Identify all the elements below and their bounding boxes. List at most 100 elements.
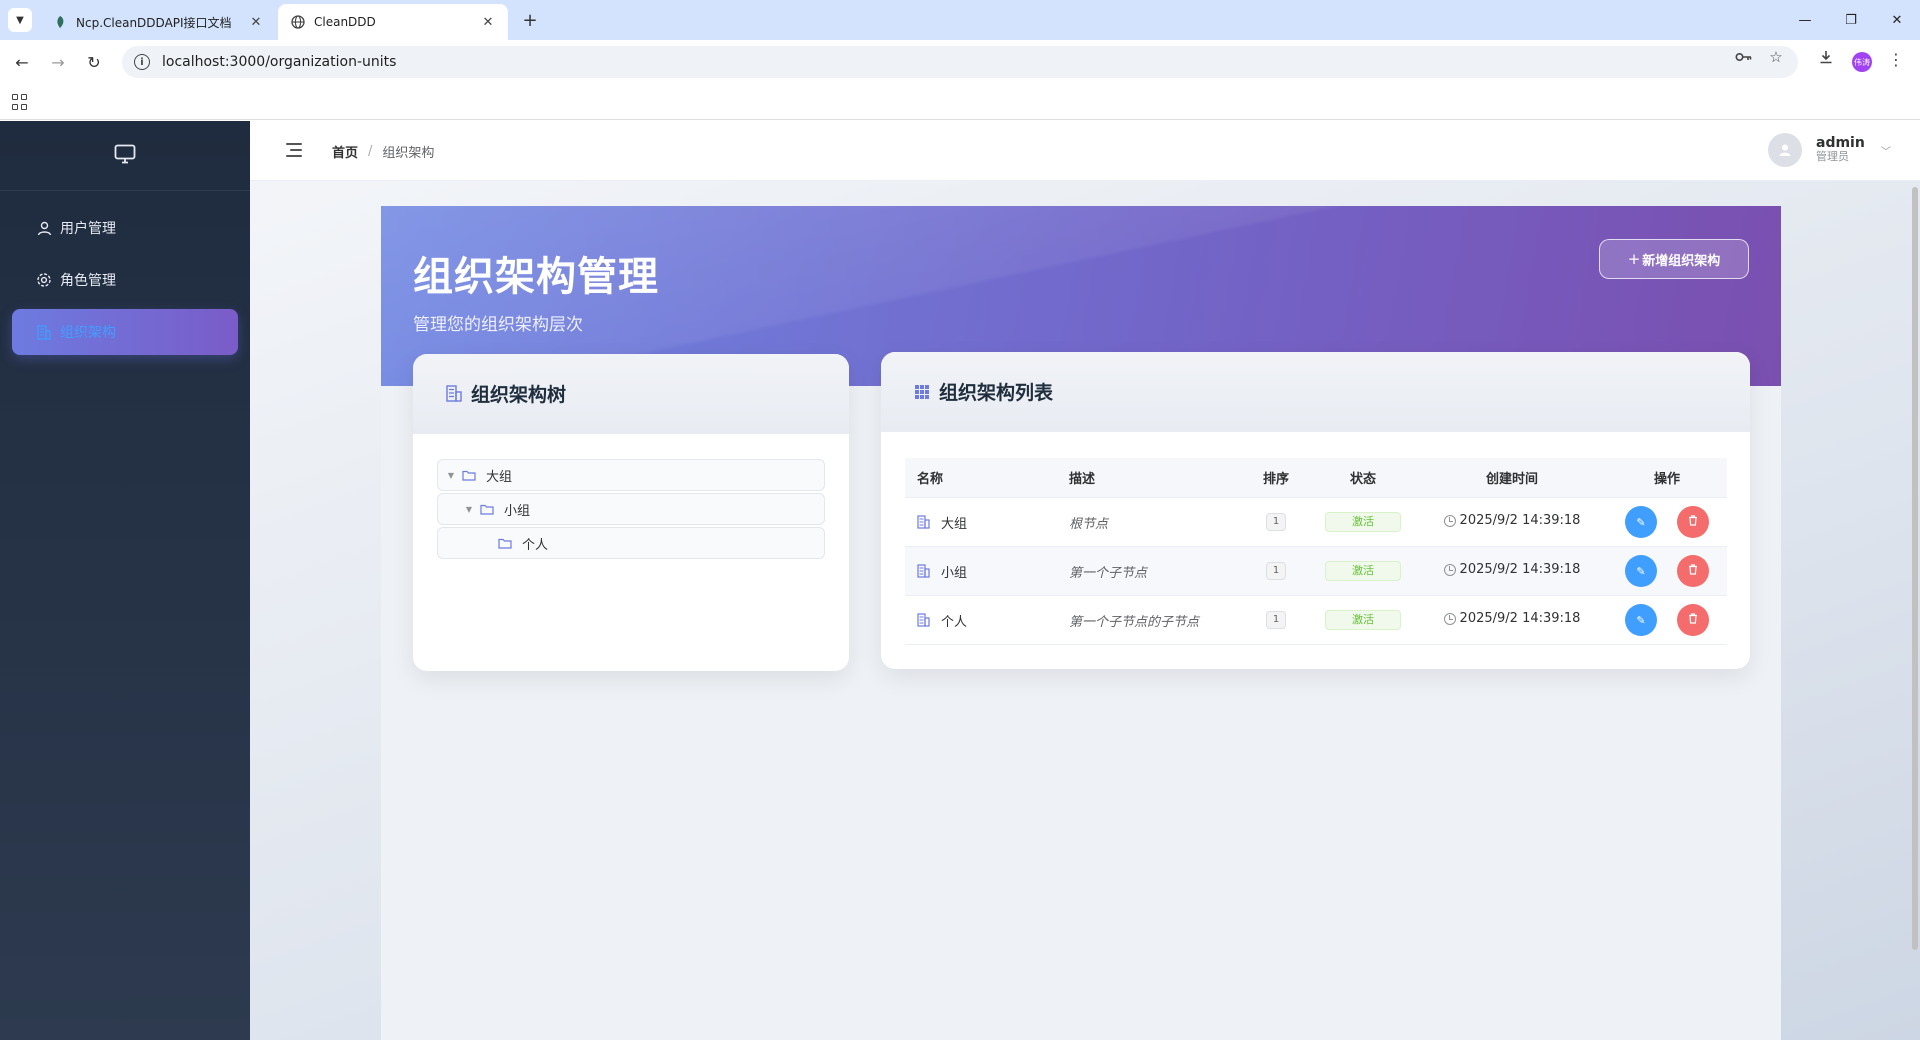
page-subtitle: 管理您的组织架构层次	[413, 315, 583, 335]
sidebar-item-users[interactable]: 用户管理	[12, 205, 238, 251]
restore-button[interactable]: ❐	[1828, 0, 1874, 40]
row-name: 小组	[941, 565, 968, 581]
restore-icon: ❐	[1845, 12, 1857, 28]
more-menu-icon[interactable]: ⋮	[1888, 50, 1904, 69]
chevron-down-icon: ﹀	[1880, 146, 1891, 158]
delete-button[interactable]	[1677, 506, 1709, 538]
monitor-icon	[114, 144, 136, 168]
chevron-down-icon: ▼	[16, 14, 24, 26]
add-button-label: 新增组织架构	[1642, 253, 1721, 269]
sidebar-logo[interactable]	[0, 121, 250, 191]
table-row[interactable]: 大组 根节点 1 激活 2025/9/2 14:39:18 ✎	[905, 498, 1727, 547]
arrow-left-icon: ←	[15, 52, 29, 72]
row-name: 大组	[941, 516, 968, 532]
browser-tab-cleanddd[interactable]: CleanDDD ✕	[278, 4, 508, 40]
folder-icon	[462, 469, 476, 481]
tree-node[interactable]: 个人	[437, 527, 825, 559]
breadcrumb-home[interactable]: 首页	[332, 142, 358, 161]
reload-button[interactable]: ↻	[82, 50, 106, 74]
password-key-icon[interactable]	[1734, 47, 1754, 67]
grid-icon	[913, 383, 931, 401]
delete-button[interactable]	[1677, 555, 1709, 587]
gear-icon	[36, 272, 52, 288]
edit-button[interactable]: ✎	[1625, 555, 1657, 587]
building-icon	[917, 613, 931, 627]
clock-icon	[1443, 563, 1456, 576]
row-created-time: 2025/9/2 14:39:18	[1459, 611, 1581, 627]
close-icon[interactable]: ✕	[248, 15, 264, 30]
back-button[interactable]: ←	[10, 50, 34, 74]
table-row[interactable]: 个人 第一个子节点的子节点 1 激活 2025/9/2 14:39:18 ✎	[905, 596, 1727, 645]
bookmarks-bar	[0, 84, 1920, 120]
site-info-icon[interactable]: i	[134, 54, 150, 70]
sidebar-item-label: 用户管理	[60, 221, 116, 237]
plus-icon: +	[1627, 250, 1641, 268]
trash-icon	[1688, 564, 1698, 578]
minimize-button[interactable]: —	[1782, 0, 1828, 40]
trash-icon	[1688, 613, 1698, 627]
building-icon	[917, 515, 931, 529]
caret-down-icon[interactable]: ▼	[464, 505, 474, 514]
new-tab-button[interactable]: +	[518, 8, 542, 32]
minimize-icon: —	[1798, 12, 1812, 28]
close-icon[interactable]: ✕	[480, 15, 496, 30]
row-name: 个人	[941, 614, 968, 630]
avatar[interactable]	[1768, 133, 1802, 167]
leaf-favicon-icon	[52, 14, 68, 30]
profile-avatar[interactable]: 伟涛	[1852, 52, 1872, 72]
user-icon	[36, 220, 52, 236]
sidebar-item-organization[interactable]: 组织架构	[12, 309, 238, 355]
column-header-sort: 排序	[1262, 472, 1289, 487]
sidebar-item-roles[interactable]: 角色管理	[12, 257, 238, 303]
column-header-description: 描述	[1069, 472, 1096, 487]
organization-list-card: 组织架构列表 名称 描述 排序 状态 创建时间 操作 大组 根节点 1 激活 2…	[881, 352, 1750, 669]
caret-down-icon[interactable]: ▼	[446, 471, 456, 480]
organization-tree: ▼ 大组 ▼ 小组 个人	[413, 434, 849, 559]
close-window-button[interactable]: ✕	[1874, 0, 1920, 40]
apps-grid-icon[interactable]	[12, 94, 28, 110]
row-description: 第一个子节点	[1069, 565, 1148, 581]
scrollbar-thumb[interactable]	[1912, 187, 1918, 950]
row-created-time: 2025/9/2 14:39:18	[1459, 513, 1581, 529]
clock-icon	[1443, 514, 1456, 527]
download-icon[interactable]	[1816, 47, 1836, 67]
main-area: 首页 / 组织架构 admin 管理员 ﹀ 组织架构管理 管理您的组织架构层次 …	[250, 121, 1920, 1040]
row-description: 第一个子节点的子节点	[1069, 614, 1200, 630]
edit-button[interactable]: ✎	[1625, 604, 1657, 636]
forward-button[interactable]: →	[46, 50, 70, 74]
edit-icon: ✎	[1636, 515, 1646, 529]
tab-search-button[interactable]: ▼	[8, 8, 32, 32]
user-role: 管理员	[1816, 150, 1849, 163]
folder-icon	[498, 537, 512, 549]
vertical-scrollbar[interactable]	[1910, 181, 1920, 1040]
table-header: 名称 描述 排序 状态 创建时间 操作	[905, 458, 1727, 498]
edit-button[interactable]: ✎	[1625, 506, 1657, 538]
delete-button[interactable]	[1677, 604, 1709, 636]
arrow-right-icon: →	[51, 52, 65, 72]
tree-node[interactable]: ▼ 小组	[437, 493, 825, 525]
row-created-time: 2025/9/2 14:39:18	[1459, 562, 1581, 578]
tab-title: Ncp.CleanDDDAPI接口文档	[76, 15, 232, 30]
user-info: admin 管理员	[1816, 136, 1865, 163]
user-dropdown[interactable]: admin 管理员 ﹀	[1768, 133, 1891, 167]
folder-icon	[480, 503, 494, 515]
tree-node[interactable]: ▼ 大组	[437, 459, 825, 491]
breadcrumb: 首页 / 组织架构	[332, 142, 434, 161]
organization-tree-card: 组织架构树 ▼ 大组 ▼ 小组 个人	[413, 354, 849, 671]
table-row[interactable]: 小组 第一个子节点 1 激活 2025/9/2 14:39:18 ✎	[905, 547, 1727, 596]
card-header: 组织架构树	[413, 354, 849, 434]
browser-tab-strip: ▼ Ncp.CleanDDDAPI接口文档 ✕ CleanDDD ✕ + — ❐…	[0, 0, 1920, 40]
card-title: 组织架构列表	[939, 382, 1054, 404]
address-bar[interactable]: i localhost:3000/organization-units	[122, 46, 1798, 78]
tree-node-label: 大组	[486, 469, 513, 485]
browser-tab-api-docs[interactable]: Ncp.CleanDDDAPI接口文档 ✕	[40, 4, 276, 40]
sidebar-item-label: 角色管理	[60, 273, 116, 289]
collapse-menu-icon[interactable]	[286, 143, 302, 157]
add-organization-button[interactable]: + 新增组织架构	[1599, 239, 1749, 279]
bookmark-star-icon[interactable]: ☆	[1766, 47, 1786, 67]
edit-icon: ✎	[1636, 613, 1646, 627]
page-content: 组织架构管理 管理您的组织架构层次 + 新增组织架构 组织架构树 ▼ 大组 ▼ …	[381, 206, 1781, 1040]
url-text[interactable]: localhost:3000/organization-units	[162, 54, 396, 70]
trash-icon	[1688, 515, 1698, 529]
top-header: 首页 / 组织架构 admin 管理员 ﹀	[250, 121, 1920, 181]
